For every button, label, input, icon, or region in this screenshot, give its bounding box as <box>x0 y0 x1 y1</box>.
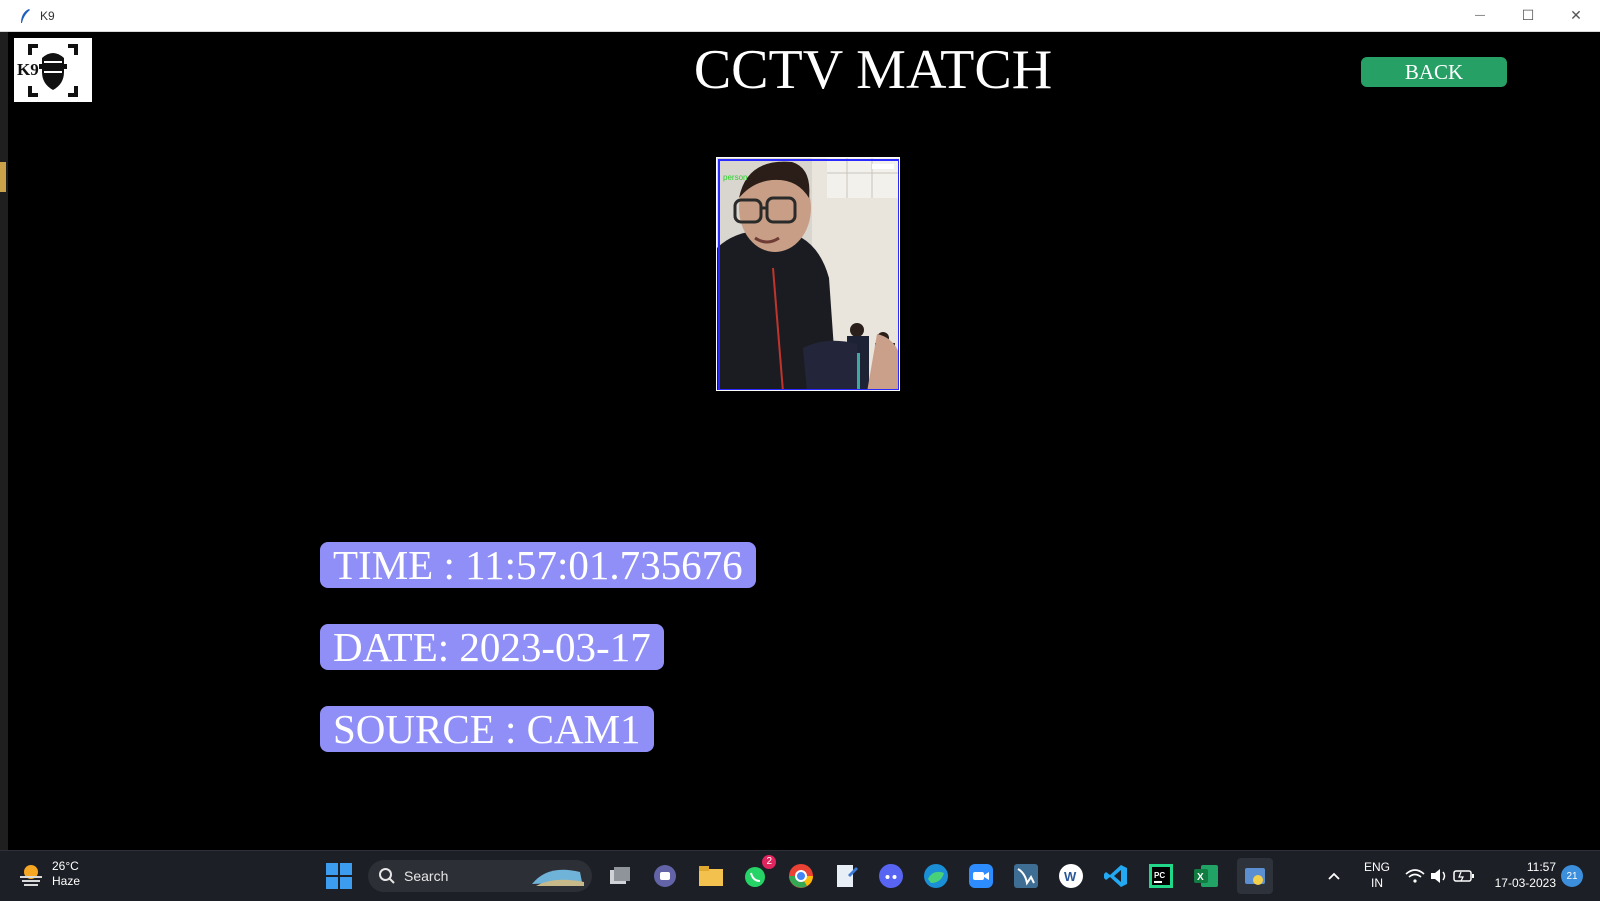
language-indicator[interactable]: ENG IN <box>1362 859 1392 891</box>
pycharm-icon[interactable]: PC <box>1147 862 1175 890</box>
clock-time: 11:57 <box>1526 860 1556 874</box>
file-explorer-icon[interactable] <box>697 862 725 890</box>
time-info: TIME : 11:57:01.735676 <box>320 542 756 588</box>
back-button[interactable]: BACK <box>1361 57 1507 87</box>
whatsapp-badge: 2 <box>762 855 776 869</box>
weather-description: Haze <box>52 874 81 888</box>
weather-widget[interactable]: 26°C Haze <box>18 859 80 889</box>
left-edge-highlight <box>0 162 6 192</box>
task-view-icon[interactable] <box>606 862 634 890</box>
vscode-icon[interactable] <box>1102 862 1130 890</box>
haze-weather-icon <box>20 865 42 886</box>
search-highlight-icon <box>532 869 584 886</box>
app-content: K9 CCTV MATCH BACK person TIME: 11:57:0… <box>8 32 1600 850</box>
close-icon: ✕ <box>1570 7 1582 23</box>
mysql-workbench-icon[interactable] <box>1012 862 1040 890</box>
chevron-up-icon[interactable] <box>1320 862 1348 890</box>
battery-icon[interactable] <box>1450 862 1478 890</box>
word-icon[interactable]: W <box>1057 862 1085 890</box>
excel-icon[interactable]: X <box>1192 862 1220 890</box>
svg-text:PC: PC <box>1154 871 1165 880</box>
notification-badge[interactable]: 21 <box>1561 865 1583 887</box>
notification-count: 21 <box>1566 870 1578 882</box>
taskbar: 26°C Haze Search 2 W PC X ENG IN 11:57 1… <box>0 850 1600 901</box>
cctv-capture-image: person <box>716 157 900 391</box>
volume-icon[interactable] <box>1425 862 1453 890</box>
windows-start-icon[interactable] <box>326 863 352 894</box>
window-controls: — ☐ ✕ <box>1456 0 1600 31</box>
svg-text:X: X <box>1197 872 1204 883</box>
system-clock[interactable]: 11:57 17-03-2023 <box>1486 859 1556 891</box>
search-icon <box>379 868 395 884</box>
teams-chat-icon[interactable] <box>651 862 679 890</box>
detection-label: person <box>723 173 747 182</box>
close-button[interactable]: ✕ <box>1552 0 1600 31</box>
minimize-button[interactable]: — <box>1456 0 1504 31</box>
window-title: K9 <box>40 8 55 23</box>
zoom-icon[interactable] <box>967 862 995 890</box>
chrome-icon[interactable] <box>787 862 815 890</box>
svg-text:W: W <box>1064 869 1077 884</box>
cctv-frame-drawing: person <box>717 158 899 390</box>
notepad-icon[interactable] <box>832 862 860 890</box>
date-info: DATE: 2023-03-17 <box>320 624 664 670</box>
language-bottom: IN <box>1371 876 1383 890</box>
maximize-icon: ☐ <box>1521 7 1535 23</box>
edge-icon[interactable] <box>922 862 950 890</box>
search-label: Search <box>404 868 449 884</box>
source-info: SOURCE : CAM1 <box>320 706 654 752</box>
whatsapp-icon[interactable]: 2 <box>742 855 776 890</box>
window-titlebar: K9 — ☐ ✕ <box>0 0 1600 32</box>
minimize-icon: — <box>1475 10 1485 21</box>
taskbar-search-box[interactable]: Search <box>368 860 592 892</box>
clock-date: 17-03-2023 <box>1494 876 1556 890</box>
weather-temperature: 26°C <box>52 859 79 873</box>
feather-app-icon <box>21 8 30 23</box>
maximize-button[interactable]: ☐ <box>1504 0 1552 31</box>
python-idle-icon[interactable] <box>1237 858 1273 894</box>
discord-icon[interactable] <box>877 862 905 890</box>
left-window-edge <box>0 32 8 850</box>
language-top: ENG <box>1363 860 1390 874</box>
